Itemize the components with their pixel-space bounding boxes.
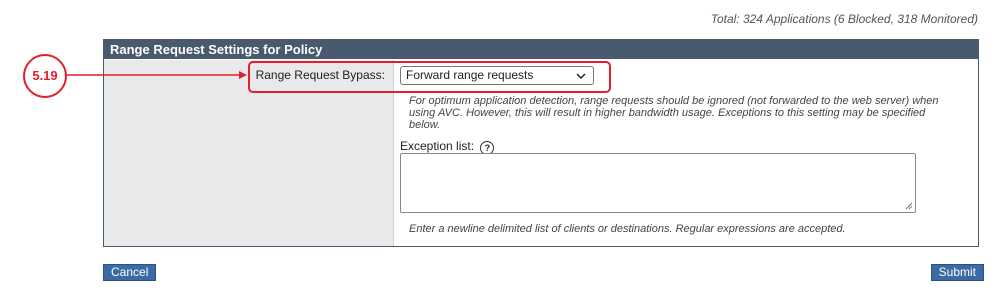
exception-list-label: Exception list: bbox=[400, 139, 475, 153]
applications-total: Total: 324 Applications (6 Blocked, 318 … bbox=[710, 12, 978, 26]
submit-button[interactable]: Submit bbox=[930, 264, 984, 281]
panel-title: Range Request Settings for Policy bbox=[104, 40, 978, 59]
callout-number: 5.19 bbox=[23, 54, 67, 98]
cancel-button[interactable]: Cancel bbox=[103, 264, 157, 281]
range-request-help-text: For optimum application detection, range… bbox=[409, 95, 939, 131]
resize-handle-icon[interactable] bbox=[905, 202, 913, 210]
exception-list-textarea[interactable] bbox=[400, 153, 916, 213]
exception-list-note: Enter a newline delimited list of client… bbox=[409, 223, 846, 235]
callout-highlight-box bbox=[248, 61, 611, 93]
